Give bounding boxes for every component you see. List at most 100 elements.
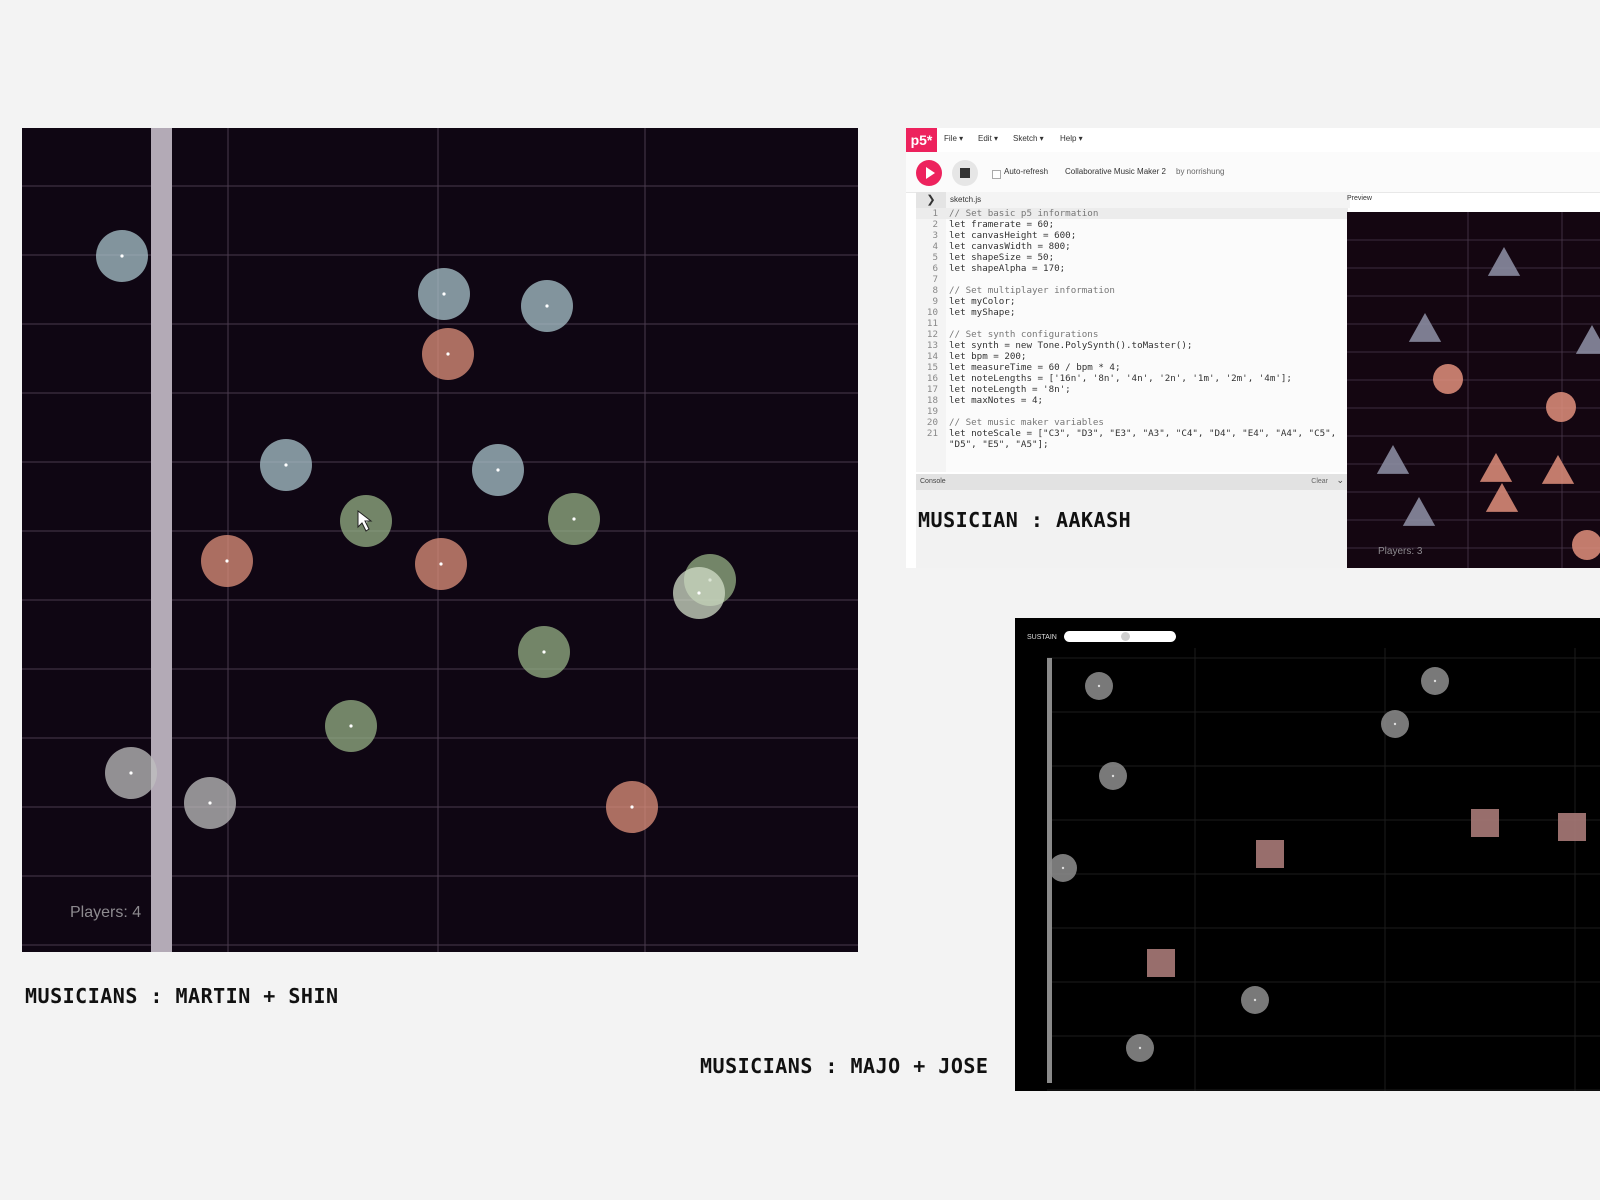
code-line[interactable]: 18 let maxNotes = 4; <box>916 395 1348 406</box>
note-center-dot[interactable] <box>208 801 212 805</box>
note-center-dot[interactable] <box>1138 1046 1142 1050</box>
note-triangle[interactable] <box>1485 483 1519 512</box>
code-text: let bpm = 200; <box>949 351 1027 362</box>
code-text: let measureTime = 60 / bpm * 4; <box>949 362 1121 373</box>
code-text: // Set multiplayer information <box>949 285 1115 296</box>
preview-canvas[interactable]: Players: 3 <box>1347 212 1600 568</box>
code-line[interactable]: 1 // Set basic p5 information <box>916 208 1348 219</box>
code-line[interactable]: 17 let noteLength = '8n'; <box>916 384 1348 395</box>
note-center-dot[interactable] <box>129 771 133 775</box>
note-triangle[interactable] <box>1541 455 1575 484</box>
code-text: "D5", "E5", "A5"]; <box>949 439 1049 450</box>
line-number: 12 <box>926 329 938 340</box>
note-center-dot[interactable] <box>120 254 124 258</box>
line-number: 17 <box>926 384 938 395</box>
note-circle[interactable] <box>1572 530 1600 560</box>
code-line[interactable]: 14 let bpm = 200; <box>916 351 1348 362</box>
code-line[interactable]: "D5", "E5", "A5"]; <box>916 439 1348 450</box>
menu-file[interactable]: File ▾ <box>944 134 963 143</box>
code-line[interactable]: 4 let canvasWidth = 800; <box>916 241 1348 252</box>
note-center-dot[interactable] <box>439 562 443 566</box>
code-line[interactable]: 2 let framerate = 60; <box>916 219 1348 230</box>
note-center-dot[interactable] <box>1393 722 1397 726</box>
code-line[interactable]: 7 <box>916 274 1348 285</box>
note-center-dot[interactable] <box>446 352 450 356</box>
p5-logo: p5* <box>906 128 937 152</box>
note-center-dot[interactable] <box>1433 679 1437 683</box>
note-center-dot[interactable] <box>442 292 446 296</box>
note-square[interactable] <box>1256 840 1284 868</box>
menu-edit[interactable]: Edit ▾ <box>978 134 998 143</box>
music-canvas-majo-jose[interactable]: SUSTAIN <box>1015 618 1600 1091</box>
code-line[interactable]: 6 let shapeAlpha = 170; <box>916 263 1348 274</box>
note-center-dot[interactable] <box>284 463 288 467</box>
note-triangle[interactable] <box>1376 445 1410 474</box>
note-circle[interactable] <box>1433 364 1463 394</box>
line-number: 7 <box>932 274 938 285</box>
note-center-dot[interactable] <box>1097 684 1101 688</box>
code-line[interactable]: 15 let measureTime = 60 / bpm * 4; <box>916 362 1348 373</box>
code-line[interactable]: 5 let shapeSize = 50; <box>916 252 1348 263</box>
code-text: // Set music maker variables <box>949 417 1104 428</box>
code-line[interactable]: 19 <box>916 406 1348 417</box>
auto-refresh-checkbox[interactable] <box>992 170 1001 179</box>
code-line[interactable]: 10 let myShape; <box>916 307 1348 318</box>
clear-button[interactable]: Clear <box>1311 478 1328 485</box>
note-center-dot[interactable] <box>496 468 500 472</box>
note-triangle[interactable] <box>1408 313 1442 342</box>
line-number: 9 <box>932 296 938 307</box>
caption-martin-shin: MUSICIANS : MARTIN + SHIN <box>25 984 339 1008</box>
note-triangle[interactable] <box>1487 247 1521 276</box>
code-editor[interactable]: 1 // Set basic p5 information 2 let framera… <box>916 208 1348 472</box>
note-center-dot[interactable] <box>225 559 229 563</box>
menu-sketch[interactable]: Sketch ▾ <box>1013 134 1044 143</box>
note-square[interactable] <box>1147 949 1175 977</box>
menu-help[interactable]: Help ▾ <box>1060 134 1083 143</box>
code-line[interactable]: 8 // Set multiplayer information <box>916 285 1348 296</box>
code-line[interactable]: 12 // Set synth configurations <box>916 329 1348 340</box>
line-number: 10 <box>926 307 938 318</box>
code-text: let synth = new Tone.PolySynth().toMaste… <box>949 340 1193 351</box>
note-grid[interactable] <box>22 128 858 952</box>
file-tab[interactable]: sketch.js <box>950 195 981 204</box>
note-square[interactable] <box>1471 809 1499 837</box>
code-line[interactable]: 9 let myColor; <box>916 296 1348 307</box>
note-triangle[interactable] <box>1575 325 1600 354</box>
chevron-right-icon[interactable]: ❯ <box>916 192 946 208</box>
note-center-dot[interactable] <box>630 805 634 809</box>
note-center-dot[interactable] <box>1061 866 1065 870</box>
note-grid-dark[interactable] <box>1015 618 1600 1091</box>
line-number: 5 <box>932 252 938 263</box>
stop-button[interactable] <box>952 160 978 186</box>
code-text: let noteLengths = ['16n', '8n', '4n', '2… <box>949 373 1292 384</box>
p5-editor-window: p5* File ▾ Edit ▾ Sketch ▾ Help ▾ Auto-r… <box>906 128 1600 568</box>
note-triangle[interactable] <box>1402 497 1436 526</box>
code-text: // Set basic p5 information <box>949 208 1099 219</box>
code-line[interactable]: 3 let canvasHeight = 600; <box>916 230 1348 241</box>
note-center-dot[interactable] <box>1111 774 1115 778</box>
code-line[interactable]: 21 let noteScale = ["C3", "D3", "E3", "A3… <box>916 428 1348 439</box>
note-center-dot[interactable] <box>572 517 576 521</box>
note-center-dot[interactable] <box>542 650 546 654</box>
code-line[interactable]: 11 <box>916 318 1348 329</box>
music-canvas-martin-shin[interactable]: Players: 4 <box>22 128 858 952</box>
code-line[interactable]: 16 let noteLengths = ['16n', '8n', '4n', … <box>916 373 1348 384</box>
sketch-title[interactable]: Collaborative Music Maker 2 <box>1065 167 1166 176</box>
play-button[interactable] <box>916 160 942 186</box>
chevron-down-icon[interactable]: ⌄ <box>1336 475 1344 486</box>
note-center-dot[interactable] <box>349 724 353 728</box>
code-text: let canvasHeight = 600; <box>949 230 1077 241</box>
note-center-dot[interactable] <box>1253 998 1257 1002</box>
playhead-bar <box>151 128 172 952</box>
note-triangle[interactable] <box>1479 453 1513 482</box>
code-line[interactable]: 20 // Set music maker variables <box>916 417 1348 428</box>
line-number: 13 <box>926 340 938 351</box>
code-text: let framerate = 60; <box>949 219 1055 230</box>
note-center-dot[interactable] <box>697 591 701 595</box>
note-center-dot[interactable] <box>545 304 549 308</box>
code-line[interactable]: 13 let synth = new Tone.PolySynth().toMas… <box>916 340 1348 351</box>
preview-grid[interactable] <box>1347 212 1600 568</box>
note-circle[interactable] <box>1546 392 1576 422</box>
note-square[interactable] <box>1558 813 1586 841</box>
auto-refresh-label: Auto-refresh <box>1004 167 1049 176</box>
